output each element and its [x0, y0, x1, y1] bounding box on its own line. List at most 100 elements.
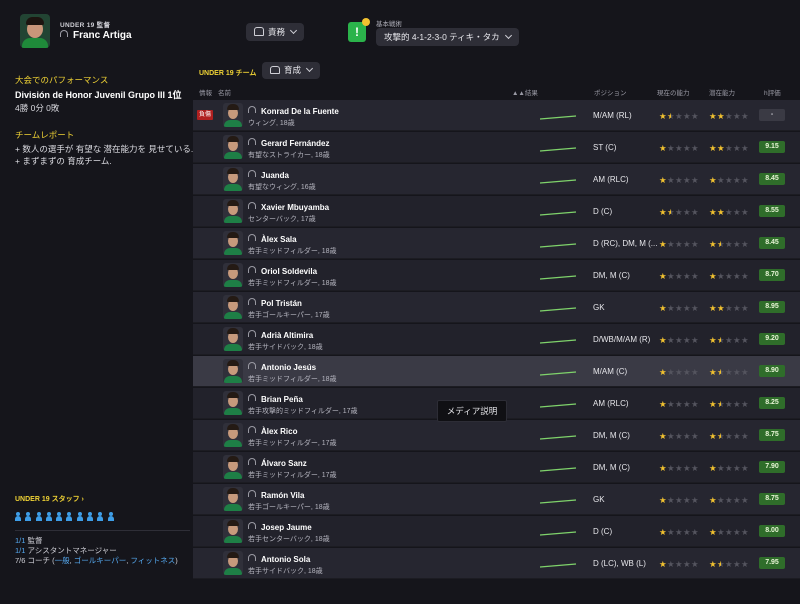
- player-name[interactable]: Brian Peña: [248, 394, 303, 404]
- player-face[interactable]: [223, 135, 243, 159]
- table-row[interactable]: Xavier Mbuyamba センターバック, 17歳 D (C) ★★★★★ ★★★…: [193, 196, 800, 227]
- player-face[interactable]: [223, 423, 243, 447]
- player-name[interactable]: Álvaro Sanz: [248, 458, 307, 468]
- player-name[interactable]: Oriol Soldevila: [248, 266, 317, 276]
- player-face[interactable]: [223, 327, 243, 351]
- player-face[interactable]: [223, 391, 243, 415]
- view-dropdown[interactable]: 育成: [262, 62, 321, 79]
- table-row[interactable]: Gerard Fernández 有望なストライカー, 18歳 ST (C) ★★★★…: [193, 132, 800, 163]
- player-name[interactable]: Josep Jaume: [248, 522, 312, 532]
- manager-avatar[interactable]: [20, 14, 50, 48]
- star-icon: ★: [741, 271, 750, 281]
- form-sparkline[interactable]: [538, 140, 578, 154]
- form-sparkline[interactable]: [538, 492, 578, 506]
- player-name[interactable]: Ramón Vila: [248, 490, 304, 500]
- star-icon: ★: [725, 463, 734, 473]
- rating-badge: 8.00: [759, 525, 785, 537]
- headset-icon: [248, 362, 256, 369]
- star-icon: ★: [725, 143, 734, 153]
- player-name[interactable]: Àlex Sala: [248, 234, 297, 244]
- player-position: D (RC), DM, M (...: [593, 239, 658, 248]
- current-ability-stars: ★★★★★: [659, 495, 699, 505]
- star-icon: ★: [683, 303, 692, 313]
- star-icon: ★: [659, 463, 668, 473]
- manager-name[interactable]: Franc Artiga: [60, 30, 132, 41]
- player-name[interactable]: Àlex Rico: [248, 426, 297, 436]
- table-row[interactable]: Oriol Soldevila 若手ミッドフィルダー, 18歳 DM, M (C) ★…: [193, 260, 800, 291]
- player-face[interactable]: [223, 199, 243, 223]
- player-face[interactable]: [223, 103, 243, 127]
- current-ability-stars: ★★★★★: [659, 560, 699, 569]
- player-face[interactable]: [223, 295, 243, 319]
- player-name[interactable]: Pol Tristán: [248, 298, 302, 308]
- star-icon: ★: [659, 495, 668, 505]
- player-name[interactable]: Juanda: [248, 170, 289, 180]
- tactic-dropdown[interactable]: 攻撃的 4-1-2-3-0 ティキ・タカ: [376, 28, 519, 46]
- player-name[interactable]: Gerard Fernández: [248, 138, 329, 148]
- table-row[interactable]: Àlex Rico 若手ミッドフィルダー, 17歳 DM, M (C) ★★★★★ ★★…: [193, 420, 800, 451]
- star-icon: ★: [675, 335, 684, 345]
- table-row[interactable]: Ramón Vila 若手ゴールキーパー, 18歳 GK ★★★★★ ★★★★★ 8.75: [193, 484, 800, 515]
- injury-badge[interactable]: 負傷: [197, 110, 213, 120]
- coach-link-goalkeeper[interactable]: ゴールキーパー: [74, 556, 126, 565]
- star-icon: ★: [725, 367, 734, 377]
- form-sparkline[interactable]: [538, 396, 578, 410]
- star-icon: ★: [667, 143, 676, 153]
- form-sparkline[interactable]: [538, 300, 578, 314]
- form-sparkline[interactable]: [538, 556, 578, 570]
- player-face[interactable]: [223, 455, 243, 479]
- player-face[interactable]: [223, 263, 243, 287]
- player-name[interactable]: Xavier Mbuyamba: [248, 202, 329, 212]
- player-face[interactable]: [223, 551, 243, 575]
- star-icon: ★: [667, 367, 676, 377]
- table-row[interactable]: 負傷 Konrad De la Fuente ウィング, 18歳 M/AM (RL) ★…: [193, 100, 800, 131]
- table-row[interactable]: Adrià Altimira 若手サイドバック, 18歳 D/WB/M/AM (R)…: [193, 324, 800, 355]
- media-description-tooltip: メディア説明: [437, 400, 507, 422]
- star-icon: ★: [717, 431, 726, 441]
- player-name[interactable]: Adrià Altimira: [248, 330, 313, 340]
- duties-dropdown[interactable]: 責務: [246, 23, 305, 41]
- form-sparkline[interactable]: [538, 268, 578, 282]
- form-sparkline[interactable]: [538, 204, 578, 218]
- form-sparkline[interactable]: [538, 524, 578, 538]
- player-name[interactable]: Antonio Jesús: [248, 362, 316, 372]
- rating-badge: 8.75: [759, 429, 785, 441]
- player-face[interactable]: [223, 167, 243, 191]
- player-face[interactable]: [223, 519, 243, 543]
- team-label[interactable]: UNDER 19 チーム: [199, 68, 256, 78]
- coach-link-fitness[interactable]: フィットネス: [130, 556, 175, 565]
- form-sparkline[interactable]: [538, 364, 578, 378]
- table-row[interactable]: Antonio Jesús 若手ミッドフィルダー, 18歳 M/AM (C) ★★★★…: [193, 356, 800, 387]
- chevron-down-icon: [504, 31, 512, 40]
- coach-link-general[interactable]: 一般: [55, 556, 70, 565]
- player-name[interactable]: Konrad De la Fuente: [248, 106, 339, 116]
- tactic-alert-icon[interactable]: !: [348, 18, 370, 42]
- form-sparkline[interactable]: [538, 236, 578, 250]
- star-icon: ★: [717, 111, 726, 121]
- form-sparkline[interactable]: [538, 428, 578, 442]
- player-face[interactable]: [223, 231, 243, 255]
- table-row[interactable]: Antonio Sola 若手サイドバック, 18歳 D (LC), WB (L) ★…: [193, 548, 800, 579]
- table-row[interactable]: Álvaro Sanz 若手ミッドフィルダー, 17歳 DM, M (C) ★★★★★…: [193, 452, 800, 483]
- report-title[interactable]: チームレポート: [15, 129, 74, 141]
- star-icon: ★: [717, 527, 726, 537]
- table-row[interactable]: Josep Jaume 若手センターバック, 18歳 D (C) ★★★★★ ★★★★★…: [193, 516, 800, 547]
- form-sparkline[interactable]: [538, 332, 578, 346]
- table-row[interactable]: Pol Tristán 若手ゴールキーパー, 17歳 GK ★★★★★ ★★★★★ 8.9…: [193, 292, 800, 323]
- star-icon: ★: [683, 463, 692, 473]
- competition-standing[interactable]: División de Honor Juvenil Grupo III 1位: [15, 88, 182, 101]
- player-face[interactable]: [223, 359, 243, 383]
- current-ability-stars: ★★★★★: [659, 528, 699, 537]
- table-row[interactable]: Àlex Sala 若手ミッドフィルダー, 18歳 D (RC), DM, M (.…: [193, 228, 800, 259]
- staff-title[interactable]: UNDER 19 スタッフ ›: [15, 494, 84, 504]
- star-icon: ★: [709, 207, 718, 217]
- people-icon: [270, 66, 280, 74]
- player-face[interactable]: [223, 487, 243, 511]
- form-sparkline[interactable]: [538, 172, 578, 186]
- report-line: + 数人の選手が 有望な 潜在能力を 見せている.: [15, 144, 194, 154]
- player-name[interactable]: Antonio Sola: [248, 554, 310, 564]
- form-sparkline[interactable]: [538, 108, 578, 122]
- table-row[interactable]: Juanda 有望なウィング, 16歳 AM (RLC) ★★★★★ ★★★★★ 8.45: [193, 164, 800, 195]
- form-sparkline[interactable]: [538, 460, 578, 474]
- star-icon: ★: [659, 175, 668, 185]
